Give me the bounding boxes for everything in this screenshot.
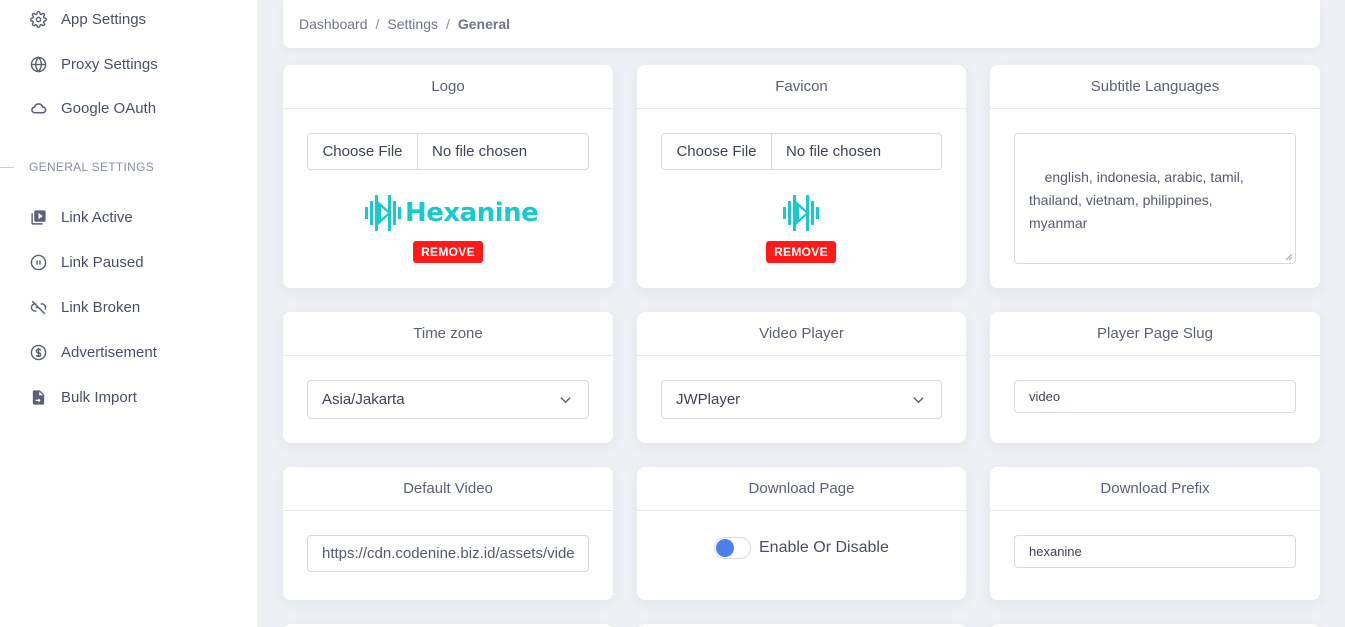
subtitle-languages-textarea[interactable]: english, indonesia, arabic, tamil, thail… [1014,133,1296,264]
sidebar-item-advertisement[interactable]: Advertisement [30,340,157,364]
favicon-card: Favicon Choose File No file chosen REMOV… [637,65,966,288]
section-divider [0,167,14,168]
card-title: Time zone [283,312,613,356]
subtitle-languages-card: Subtitle Languages english, indonesia, a… [990,65,1320,288]
card-title: Video Player [637,312,966,356]
remove-favicon-button[interactable]: REMOVE [766,241,836,263]
download-page-toggle-row: Enable Or Disable [714,537,889,559]
logo-preview: Hexanine [365,193,539,233]
logo-card: Logo Choose File No file chosen Hexanine… [283,65,613,288]
selected-value: Asia/Jakarta [322,391,405,408]
sidebar-item-label: Advertisement [61,343,157,361]
gear-icon [30,10,47,28]
sidebar-item-google-oauth[interactable]: Google OAuth [30,96,156,120]
player-page-slug-input[interactable]: video [1014,380,1296,413]
card-title: Download Page [637,467,966,511]
sidebar-item-app-settings[interactable]: App Settings [30,7,146,31]
section-title-general-settings: GENERAL SETTINGS [29,160,155,174]
favicon-preview-icon [783,195,819,231]
logo-file-input[interactable]: Choose File No file chosen [307,133,589,170]
breadcrumb: Dashboard / Settings / General [283,0,1320,48]
textarea-value: english, indonesia, arabic, tamil, thail… [1029,169,1244,231]
card-title: Download Prefix [990,467,1320,511]
card-title: Logo [283,65,613,109]
file-import-icon [30,389,47,406]
choose-file-button[interactable]: Choose File [308,134,418,169]
sidebar-item-label: Link Paused [61,253,144,271]
download-prefix-input[interactable]: hexanine [1014,535,1296,568]
favicon-file-input[interactable]: Choose File No file chosen [661,133,942,170]
sidebar-item-label: Link Active [61,208,133,226]
breadcrumb-current: General [457,16,511,32]
play-box-icon [30,209,47,226]
globe-icon [30,55,47,73]
sidebar-item-label: Bulk Import [61,388,137,406]
video-player-select[interactable]: JWPlayer [661,380,942,419]
download-page-card: Download Page Enable Or Disable [637,467,966,600]
toggle-knob [716,539,734,557]
file-status: No file chosen [786,143,882,160]
toggle-label: Enable Or Disable [759,539,889,556]
download-page-toggle[interactable] [714,537,751,559]
breadcrumb-dashboard[interactable]: Dashboard [299,16,368,32]
card-title: Favicon [637,65,966,109]
card-title: Subtitle Languages [990,65,1320,109]
chevron-down-icon [913,397,924,404]
cloud-icon [30,100,47,117]
default-video-input[interactable]: https://cdn.codenine.biz.id/assets/vide [307,535,589,572]
time-zone-card: Time zone Asia/Jakarta [283,312,613,443]
broken-link-icon [30,299,47,316]
breadcrumb-separator: / [445,16,450,32]
selected-value: JWPlayer [676,391,741,408]
resize-grip-icon[interactable] [1285,253,1293,261]
sidebar-item-link-active[interactable]: Link Active [30,205,133,229]
time-zone-select[interactable]: Asia/Jakarta [307,380,589,419]
logo-brand-text: Hexanine [405,198,539,228]
pause-circle-icon [30,254,47,271]
sidebar-item-label: Google OAuth [61,99,157,117]
sidebar-item-label: Link Broken [61,298,141,316]
download-prefix-card: Download Prefix hexanine [990,467,1320,600]
sidebar-item-bulk-import[interactable]: Bulk Import [30,385,137,409]
chevron-down-icon [560,397,571,404]
file-status: No file chosen [432,143,528,160]
sidebar: App Settings Proxy Settings Google OAuth… [0,0,257,627]
breadcrumb-separator: / [375,16,380,32]
sidebar-item-link-paused[interactable]: Link Paused [30,250,144,274]
sidebar-item-label: Proxy Settings [61,55,158,73]
choose-file-button[interactable]: Choose File [662,134,772,169]
card-title: Default Video [283,467,613,511]
sidebar-item-proxy-settings[interactable]: Proxy Settings [30,52,158,76]
breadcrumb-settings[interactable]: Settings [387,16,438,32]
player-page-slug-card: Player Page Slug video [990,312,1320,443]
card-title: Player Page Slug [990,312,1320,356]
sidebar-item-label: App Settings [61,10,147,28]
remove-logo-button[interactable]: REMOVE [413,241,483,263]
dollar-circle-icon [30,344,47,361]
sidebar-item-link-broken[interactable]: Link Broken [30,295,140,319]
video-player-card: Video Player JWPlayer [637,312,966,443]
hexanine-logo-icon [365,195,401,231]
default-video-card: Default Video https://cdn.codenine.biz.i… [283,467,613,600]
